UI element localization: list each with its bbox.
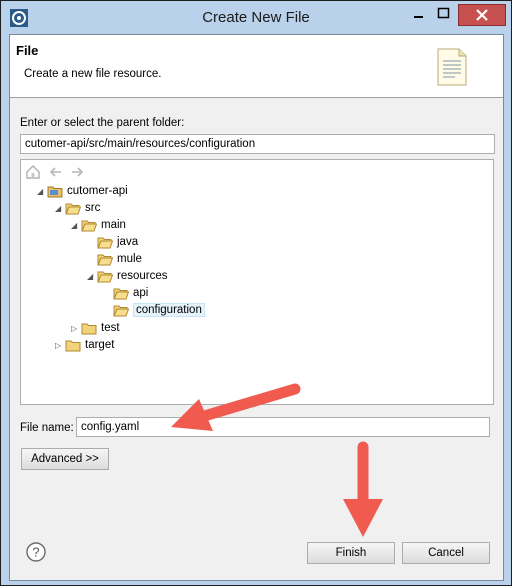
tree-node-label: java (117, 236, 139, 248)
open-folder-icon (113, 288, 129, 300)
file-name-label: File name: (20, 422, 74, 434)
folder-tree[interactable]: ◢ cutomer-api ◢ src ◢ main java mule ◢ resou… (20, 159, 494, 405)
tree-node-src[interactable]: ◢ src (55, 200, 100, 217)
cancel-button[interactable]: Cancel (402, 542, 490, 564)
tree-node-label: cutomer-api (67, 185, 128, 197)
tree-node-target[interactable]: ▷ target (55, 337, 114, 354)
tree-node-label: resources (117, 270, 168, 282)
file-document-icon (437, 48, 467, 86)
svg-text:?: ? (32, 545, 39, 560)
expand-twisty-icon[interactable]: ◢ (87, 268, 97, 285)
open-folder-icon (65, 203, 81, 215)
open-folder-icon (97, 237, 113, 249)
tree-node-java[interactable]: java (87, 234, 138, 251)
expand-twisty-icon[interactable]: ◢ (55, 200, 65, 217)
tree-node-label: test (101, 322, 120, 334)
expand-twisty-icon[interactable]: ◢ (37, 183, 47, 200)
dialog-window: Create New File File Create a new file r… (0, 0, 512, 586)
tree-node-resources[interactable]: ◢ resources (87, 268, 168, 285)
open-folder-icon (81, 220, 97, 232)
tree-node-label: target (85, 339, 115, 351)
tree-node-label: api (133, 287, 149, 299)
tree-node-main[interactable]: ◢ main (71, 217, 126, 234)
back-arrow-icon[interactable] (47, 164, 63, 180)
open-folder-icon (97, 271, 113, 283)
parent-folder-label: Enter or select the parent folder: (20, 117, 185, 129)
collapse-twisty-icon[interactable]: ▷ (71, 320, 81, 337)
annotation-arrow-to-finish (343, 441, 383, 537)
home-icon[interactable] (25, 164, 41, 180)
tree-node-project[interactable]: ◢ cutomer-api (37, 183, 128, 200)
title-bar[interactable]: Create New File (2, 2, 510, 33)
folder-icon (81, 323, 97, 335)
project-icon (47, 186, 63, 198)
page-title: File (16, 43, 39, 58)
advanced-button[interactable]: Advanced >> (21, 448, 109, 470)
finish-button[interactable]: Finish (307, 542, 395, 564)
tree-node-label: main (101, 219, 126, 231)
open-folder-icon (113, 305, 129, 317)
tree-node-label: mule (117, 253, 142, 265)
expand-twisty-icon[interactable]: ◢ (71, 217, 81, 234)
tree-node-label: src (85, 202, 101, 214)
tree-node-configuration[interactable]: configuration (103, 302, 205, 319)
page-description: Create a new file resource. (24, 68, 162, 80)
folder-icon (65, 340, 81, 352)
minimize-icon[interactable] (406, 4, 431, 24)
tree-node-test[interactable]: ▷ test (71, 320, 120, 337)
tree-node-mule[interactable]: mule (87, 251, 142, 268)
open-folder-icon (97, 254, 113, 266)
help-icon[interactable]: ? (26, 542, 46, 562)
wizard-header: File Create a new file resource. (10, 35, 503, 98)
close-icon[interactable] (458, 4, 506, 26)
tree-node-label: configuration (133, 303, 205, 317)
parent-folder-input[interactable]: cutomer-api/src/main/resources/configura… (20, 134, 495, 154)
maximize-icon[interactable] (431, 4, 456, 24)
annotation-arrow-to-filename (171, 383, 301, 431)
collapse-twisty-icon[interactable]: ▷ (55, 337, 65, 354)
dialog-body: File Create a new file resource. Enter o… (9, 34, 504, 581)
tree-toolbar (25, 164, 89, 180)
tree-node-api[interactable]: api (103, 285, 148, 302)
forward-arrow-icon[interactable] (70, 164, 86, 180)
